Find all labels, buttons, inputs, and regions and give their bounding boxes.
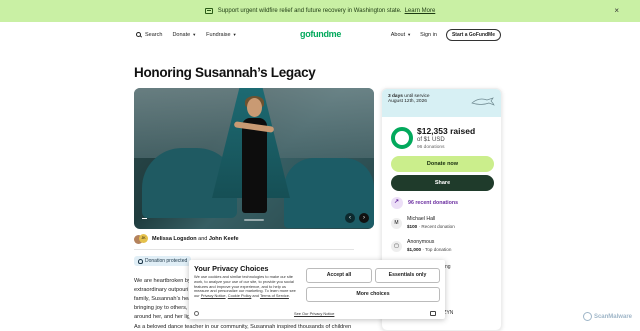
donate-now-button[interactable]: Donate now (391, 156, 494, 172)
privacy-notice-link[interactable]: Privacy Notice (201, 293, 226, 298)
search-button[interactable]: Search (136, 32, 162, 38)
gofundme-logo[interactable]: gofundme (300, 29, 341, 39)
chevron-down-icon: ▼ (407, 32, 412, 37)
campaign-story-next: As a beloved dance teacher in our commun… (134, 324, 352, 330)
carousel-pager (244, 219, 264, 221)
chevron-down-icon: ▼ (232, 32, 237, 37)
learn-more-link[interactable]: Learn More (405, 8, 436, 14)
cookie-policy-link[interactable]: Cookie Policy (228, 293, 252, 298)
about-menu[interactable]: About ▼ (391, 32, 411, 38)
carousel-next-button[interactable]: › (359, 213, 369, 223)
top-nav: Search Donate ▼ Fundraise ▼ gofundme About… (0, 22, 640, 47)
settings-icon[interactable] (194, 311, 199, 316)
fundraise-menu[interactable]: Fundraise ▼ (206, 32, 236, 38)
trend-icon (391, 197, 403, 209)
chevron-down-icon: ▼ (192, 32, 197, 37)
carousel-prev-button[interactable]: ‹ (345, 213, 355, 223)
banner-text: Support urgent wildfire relief and futur… (217, 8, 402, 14)
organizer-avatars: JK (134, 234, 148, 244)
service-countdown: 3 days until service August 12th, 2026 (382, 89, 501, 117)
organizer-name[interactable]: Melissa Logsdon (152, 236, 197, 242)
page-title: Honoring Susannah’s Legacy (134, 65, 316, 80)
gift-icon: ▢ (391, 241, 402, 252)
terms-link[interactable]: Terms of Service (260, 293, 289, 298)
progress-ring (391, 127, 413, 149)
essentials-only-button[interactable]: Essentials only (375, 268, 440, 283)
campaign-photo[interactable]: ‹ › (134, 88, 374, 229)
search-icon (136, 32, 141, 37)
info-card-icon (204, 8, 213, 14)
avatar: JK (139, 234, 148, 243)
amount-raised: $12,353 raised (417, 126, 476, 136)
goal: of $1 USD (417, 137, 445, 143)
panel-text-fragment: ng (445, 264, 451, 270)
donation-item: M Michael Hall $100 · Recent donation (391, 216, 455, 229)
dialog-title: Your Privacy Choices (194, 264, 269, 273)
dolphin-icon (471, 97, 495, 106)
close-icon[interactable]: × (614, 6, 619, 15)
wildfire-banner: Support urgent wildfire relief and futur… (0, 0, 640, 22)
dialog-body: We use cookies and similar technologies … (194, 274, 296, 299)
photo-subject (233, 96, 275, 223)
donation-count: 96 donations (417, 145, 445, 150)
minimize-icon[interactable] (430, 311, 436, 316)
share-button[interactable]: Share (391, 175, 494, 191)
donate-menu[interactable]: Donate ▼ (172, 32, 196, 38)
start-gofundme-button[interactable]: Start a GoFundMe (445, 28, 501, 41)
donation-protected-badge[interactable]: Donation protected (134, 256, 192, 266)
privacy-consent-dialog: Your Privacy Choices We use cookies and … (189, 260, 445, 319)
accept-all-button[interactable]: Accept all (306, 268, 372, 283)
sign-in-link[interactable]: Sign in (420, 32, 437, 38)
shield-icon (138, 258, 143, 264)
watermark-logo-icon (582, 312, 592, 321)
divider (134, 249, 354, 250)
privacy-notice-link[interactable]: See Our Privacy Notice (294, 311, 334, 316)
more-choices-button[interactable]: More choices (306, 287, 440, 302)
watermark: ScanMalware (582, 312, 632, 321)
organizers: JK Melissa Logsdon and John Keefe (134, 234, 239, 244)
organizer-name[interactable]: John Keefe (209, 236, 239, 242)
recent-donations-link[interactable]: 96 recent donations (391, 197, 458, 209)
donation-item: ▢ Anonymous $1,000 · Top donation (391, 239, 451, 252)
avatar: M (391, 218, 402, 229)
